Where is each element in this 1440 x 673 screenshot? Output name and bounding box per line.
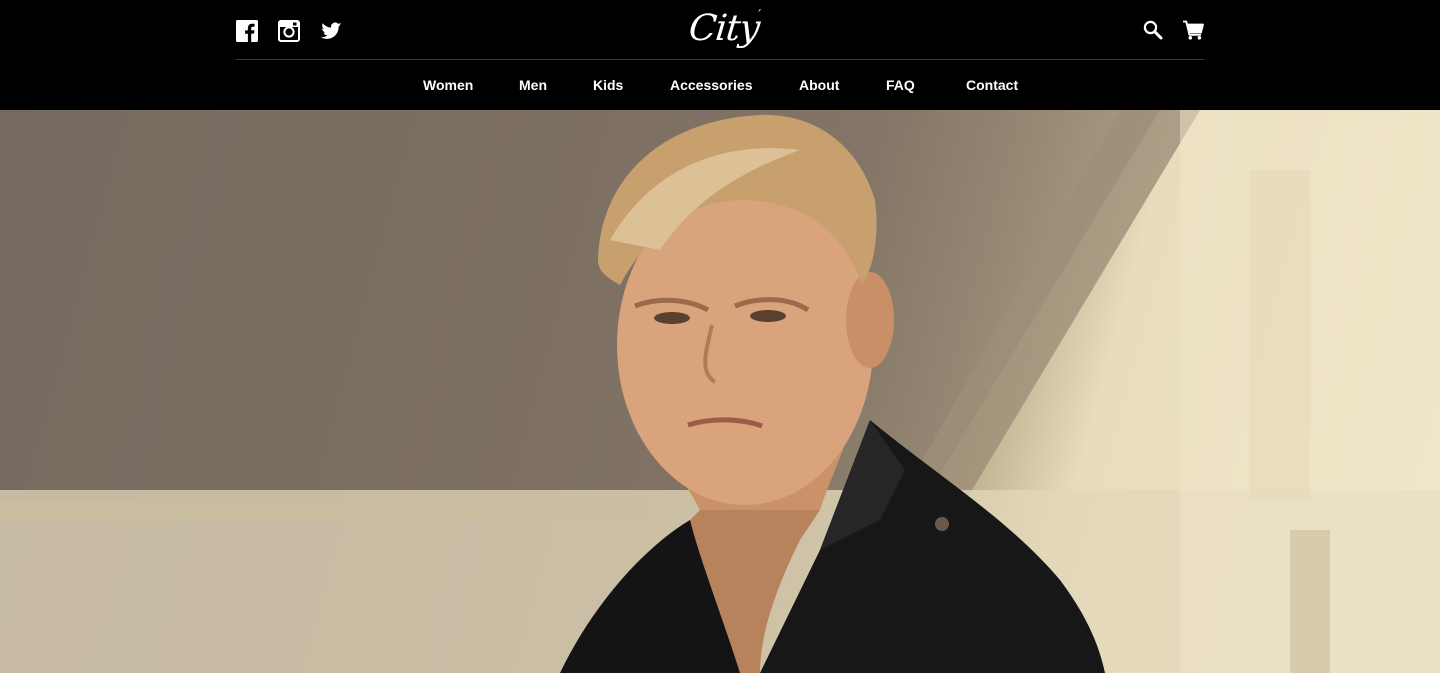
nav-item-men[interactable]: Men — [519, 61, 547, 110]
facebook-link[interactable] — [236, 20, 258, 42]
site-logo[interactable]: City ´ — [686, 6, 762, 56]
nav-item-contact[interactable]: Contact — [966, 61, 1018, 110]
main-nav: Women Men Kids Accessories About FAQ Con… — [236, 61, 1204, 110]
logo-mark: ´ — [756, 8, 762, 22]
top-bar: City ´ — [236, 0, 1204, 60]
cart-icon — [1183, 20, 1204, 40]
nav-item-women[interactable]: Women — [423, 61, 473, 110]
logo-text: City — [686, 8, 762, 49]
header-inner: City ´ Women Men Kids Accessories About … — [236, 0, 1204, 110]
facebook-icon — [236, 20, 258, 42]
site-header: City ´ Women Men Kids Accessories About … — [0, 0, 1440, 110]
nav-item-about[interactable]: About — [799, 61, 839, 110]
instagram-link[interactable] — [278, 20, 300, 42]
hero-image — [0, 110, 1440, 673]
instagram-icon — [278, 20, 300, 42]
nav-item-faq[interactable]: FAQ — [886, 61, 915, 110]
nav-item-kids[interactable]: Kids — [593, 61, 623, 110]
hero-photo-illustration — [0, 110, 1440, 673]
cart-button[interactable] — [1182, 19, 1204, 41]
search-button[interactable] — [1142, 19, 1164, 41]
social-links — [236, 20, 362, 42]
header-tools — [1124, 19, 1204, 41]
twitter-link[interactable] — [320, 20, 342, 42]
twitter-icon — [320, 22, 342, 39]
nav-item-accessories[interactable]: Accessories — [670, 61, 753, 110]
search-icon — [1143, 20, 1163, 40]
main-nav-list: Women Men Kids Accessories About FAQ Con… — [236, 61, 1204, 110]
